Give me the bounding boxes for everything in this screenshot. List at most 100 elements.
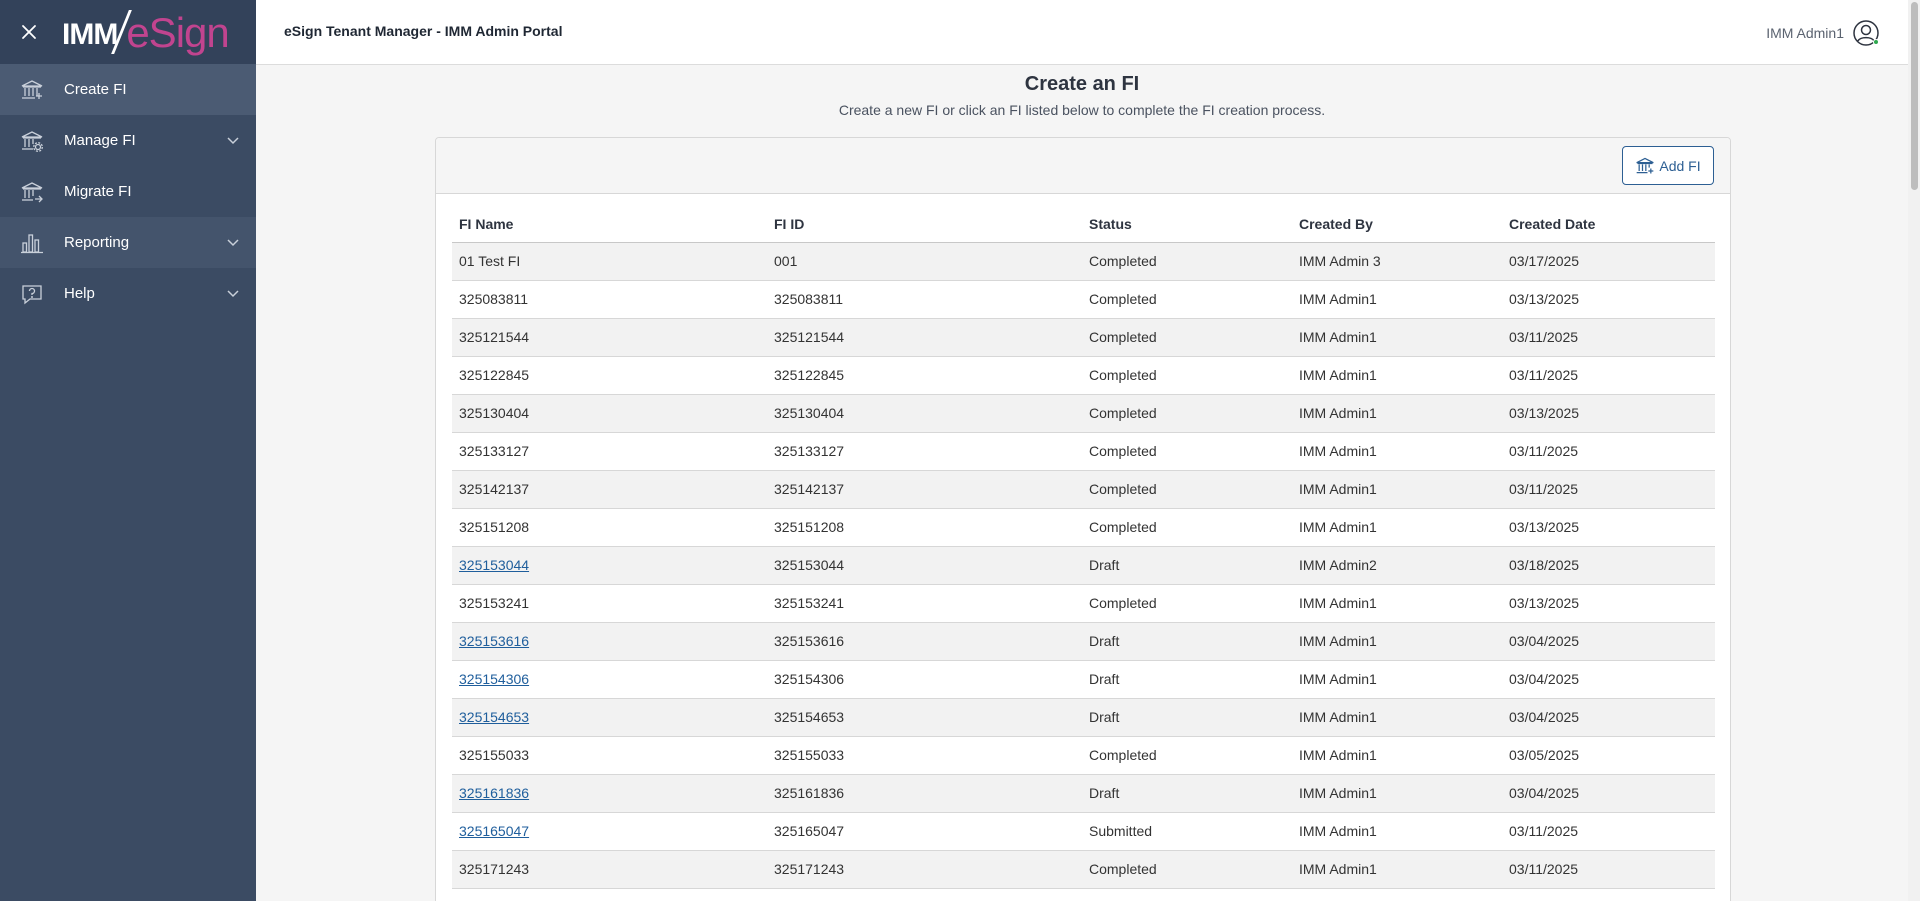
created-date-cell: 03/17/2025 [1502,242,1715,281]
created-date-cell: 03/11/2025 [1502,470,1715,509]
status-cell: Submitted [1082,812,1292,851]
table-row: 325083811 325083811 Completed IMM Admin1 03/… [452,280,1715,319]
user-name: IMM Admin1 [1766,25,1844,41]
table-row: 325171243 325171243 Completed IMM Admin1 03/… [452,850,1715,889]
created-by-cell: IMM Admin1 [1292,318,1502,357]
table-row: 325151208 325151208 Completed IMM Admin1 03/… [452,508,1715,547]
close-icon [22,25,36,39]
status-cell: Completed [1082,584,1292,623]
user-menu[interactable]: IMM Admin1 [1766,19,1880,47]
fi-id-cell: 325130404 [767,394,1082,433]
bank-migrate-icon [20,180,44,204]
created-by-cell: IMM Admin1 [1292,660,1502,699]
sidebar-item-create-fi[interactable]: Create FI [0,64,256,115]
created-by-cell: IMM Admin 3 [1292,242,1502,281]
created-date-cell: 03/11/2025 [1502,318,1715,357]
fi-name-cell: 325142137 [452,470,767,509]
fi-id-cell: 325154306 [767,660,1082,699]
table-row[interactable]: 325165047 325165047 Submitted IMM Admin1 03/… [452,812,1715,851]
fi-id-cell: 325171243 [767,850,1082,889]
status-cell: Completed [1082,318,1292,357]
status-cell: Completed [1082,394,1292,433]
created-by-cell: IMM Admin1 [1292,736,1502,775]
status-cell: Draft [1082,774,1292,813]
column-header-created-date[interactable]: Created Date [1502,206,1715,243]
fi-table: FI Name FI ID Status Created By Created … [452,206,1715,889]
chevron-down-icon [227,239,239,247]
fi-name-link[interactable]: 325154653 [459,709,529,725]
add-fi-button[interactable]: Add FI [1622,146,1714,185]
created-date-cell: 03/05/2025 [1502,736,1715,775]
user-avatar-icon[interactable] [1852,19,1880,47]
table-row: 325155033 325155033 Completed IMM Admin1 03/… [452,736,1715,775]
fi-name-cell: 325122845 [452,356,767,395]
status-cell: Completed [1082,356,1292,395]
bank-add-icon [1636,157,1654,173]
fi-name-cell: 325154306 [452,660,767,699]
chevron-down-icon [227,290,239,298]
fi-name-link[interactable]: 325153616 [459,633,529,649]
column-header-created-by[interactable]: Created By [1292,206,1502,243]
table-row: 325122845 325122845 Completed IMM Admin1 03/… [452,356,1715,395]
fi-name-cell: 01 Test FI [452,242,767,281]
close-menu-button[interactable] [18,21,40,43]
main-content: Create an FI Create a new FI or click an… [256,65,1908,901]
fi-id-cell: 325122845 [767,356,1082,395]
table-row[interactable]: 325161836 325161836 Draft IMM Admin1 03/04/2… [452,774,1715,813]
page-title: Create an FI [1024,73,1140,95]
created-by-cell: IMM Admin1 [1292,812,1502,851]
fi-id-cell: 325153044 [767,546,1082,585]
table-row: 325121544 325121544 Completed IMM Admin1 03/… [452,318,1715,357]
created-date-cell: 03/04/2025 [1502,622,1715,661]
fi-id-cell: 325133127 [767,432,1082,471]
status-cell: Completed [1082,470,1292,509]
fi-name-link[interactable]: 325165047 [459,823,529,839]
fi-name-cell: 325165047 [452,812,767,851]
column-header-fi-name[interactable]: FI Name [452,206,767,243]
table-row: 01 Test FI 001 Completed IMM Admin 3 03/17/2… [452,242,1715,281]
fi-id-cell: 325155033 [767,736,1082,775]
portal-title: eSign Tenant Manager - IMM Admin Portal [284,23,563,39]
table-row[interactable]: 325154306 325154306 Draft IMM Admin1 03/04/2… [452,660,1715,699]
created-by-cell: IMM Admin1 [1292,698,1502,737]
sidebar-item-migrate-fi[interactable]: Migrate FI [0,166,256,217]
column-header-fi-id[interactable]: FI ID [767,206,1082,243]
created-by-cell: IMM Admin1 [1292,470,1502,509]
table-row[interactable]: 325153616 325153616 Draft IMM Admin1 03/04/2… [452,622,1715,661]
table-row: 325153241 325153241 Completed IMM Admin1 03/… [452,584,1715,623]
fi-name-cell: 325153241 [452,584,767,623]
help-icon [20,282,44,306]
bank-icon [20,78,44,102]
fi-id-cell: 001 [767,242,1082,281]
sidebar-item-reporting[interactable]: Reporting [0,217,256,268]
table-body: 01 Test FI 001 Completed IMM Admin 3 03/17/2… [452,242,1715,889]
fi-name-link[interactable]: 325154306 [459,671,529,687]
fi-id-cell: 325153241 [767,584,1082,623]
page-scrollbar[interactable] [1908,0,1920,901]
table-header-row: FI Name FI ID Status Created By Created … [452,206,1715,243]
fi-name-link[interactable]: 325161836 [459,785,529,801]
created-by-cell: IMM Admin1 [1292,356,1502,395]
created-by-cell: IMM Admin1 [1292,280,1502,319]
table-row: 325142137 325142137 Completed IMM Admin1 03/… [452,470,1715,509]
table-row[interactable]: 325153044 325153044 Draft IMM Admin2 03/18/2… [452,546,1715,585]
chevron-down-icon [227,137,239,145]
bar-chart-icon [20,231,44,255]
fi-name-link[interactable]: 325153044 [459,557,529,573]
status-cell: Completed [1082,280,1292,319]
created-by-cell: IMM Admin1 [1292,584,1502,623]
sidebar-item-manage-fi[interactable]: Manage FI [0,115,256,166]
status-cell: Draft [1082,698,1292,737]
column-header-status[interactable]: Status [1082,206,1292,243]
status-cell: Draft [1082,622,1292,661]
status-cell: Completed [1082,432,1292,471]
created-by-cell: IMM Admin1 [1292,774,1502,813]
scrollbar-thumb[interactable] [1911,2,1918,190]
table-row[interactable]: 325154653 325154653 Draft IMM Admin1 03/04/2… [452,698,1715,737]
sidebar: IMM eSign Create FI Manage FI Migrate FI… [0,0,256,901]
sidebar-item-help[interactable]: Help [0,268,256,319]
status-cell: Completed [1082,508,1292,547]
fi-name-cell: 325133127 [452,432,767,471]
created-by-cell: IMM Admin1 [1292,850,1502,889]
created-by-cell: IMM Admin1 [1292,622,1502,661]
